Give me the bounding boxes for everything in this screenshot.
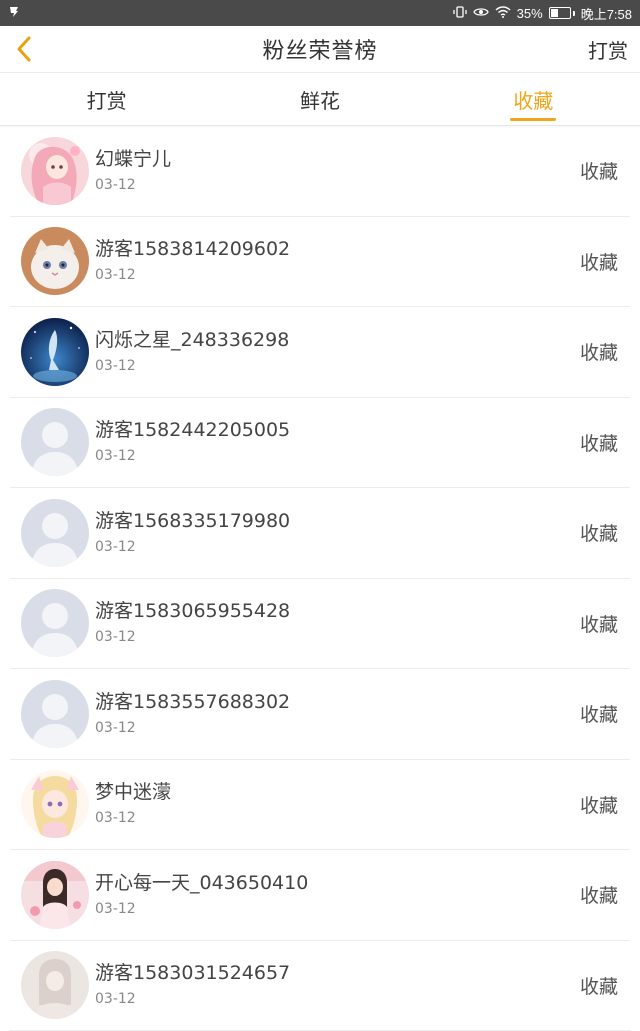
item-info: 幻蝶宁儿 03-12 [95,147,171,195]
favorite-label: 收藏 [580,217,618,307]
list-item[interactable]: 游客1583557688302 03-12 收藏 [10,669,630,760]
item-date: 03-12 [95,265,290,285]
fan-list: 幻蝶宁儿 03-12 收藏 游客1583814209602 03-12 收藏 [0,126,640,1031]
item-date: 03-12 [95,537,290,557]
item-date: 03-12 [95,175,171,195]
top-bar: 粉丝荣誉榜 打赏 [0,26,640,73]
user-name: 游客1583065955428 [95,599,290,623]
item-info: 游客1583031524657 03-12 [95,961,290,1009]
status-bar-right: 35% 晚上7:58 [453,4,632,23]
favorite-label: 收藏 [580,760,618,850]
list-item[interactable]: 游客1583031524657 03-12 收藏 [10,941,630,1031]
page-title: 粉丝荣誉榜 [262,33,377,65]
user-name: 开心每一天_043650410 [95,871,308,895]
user-name: 游客1568335179980 [95,509,290,533]
avatar[interactable] [21,227,89,295]
favorite-label: 收藏 [580,941,618,1031]
list-item[interactable]: 闪烁之星_248336298 03-12 收藏 [10,307,630,398]
user-name: 梦中迷濛 [95,780,171,804]
battery-icon [549,7,575,19]
user-name: 闪烁之星_248336298 [95,328,289,352]
user-name: 游客1583031524657 [95,961,290,985]
default-avatar-icon[interactable] [21,499,89,567]
chevron-left-icon [14,35,34,63]
eye-icon [473,6,489,20]
list-item[interactable]: 开心每一天_043650410 03-12 收藏 [10,850,630,941]
tab-bar: 打赏 鲜花 收藏 [0,73,640,126]
user-name: 幻蝶宁儿 [95,147,171,171]
user-name: 游客1583557688302 [95,690,290,714]
vibrate-icon [453,6,467,20]
avatar[interactable] [21,770,89,838]
battery-percent: 35% [517,6,543,21]
item-date: 03-12 [95,808,171,828]
item-date: 03-12 [95,356,289,376]
favorite-label: 收藏 [580,488,618,578]
list-item[interactable]: 游客1568335179980 03-12 收藏 [10,488,630,579]
app-notification-icon [8,6,20,20]
item-info: 游客1583814209602 03-12 [95,237,290,285]
avatar[interactable] [21,861,89,929]
user-name: 游客1582442205005 [95,418,290,442]
user-name: 游客1583814209602 [95,237,290,261]
item-info: 闪烁之星_248336298 03-12 [95,328,289,376]
favorite-label: 收藏 [580,307,618,397]
list-item[interactable]: 游客1582442205005 03-12 收藏 [10,398,630,489]
item-info: 梦中迷濛 03-12 [95,780,171,828]
favorite-label: 收藏 [580,398,618,488]
item-date: 03-12 [95,899,308,919]
favorite-label: 收藏 [580,669,618,759]
item-date: 03-12 [95,627,290,647]
avatar[interactable] [21,951,89,1019]
reward-button[interactable]: 打赏 [588,26,628,72]
default-avatar-icon[interactable] [21,589,89,657]
status-bar-left [8,6,20,20]
item-info: 游客1583065955428 03-12 [95,599,290,647]
favorite-label: 收藏 [580,850,618,940]
default-avatar-icon[interactable] [21,408,89,476]
item-info: 游客1582442205005 03-12 [95,418,290,466]
list-item[interactable]: 梦中迷濛 03-12 收藏 [10,760,630,851]
favorite-label: 收藏 [580,126,618,216]
default-avatar-icon[interactable] [21,680,89,748]
avatar[interactable] [21,318,89,386]
item-info: 游客1568335179980 03-12 [95,509,290,557]
item-date: 03-12 [95,446,290,466]
item-date: 03-12 [95,989,290,1009]
list-item[interactable]: 游客1583065955428 03-12 收藏 [10,579,630,670]
back-button[interactable] [8,32,40,66]
item-date: 03-12 [95,718,290,738]
item-info: 游客1583557688302 03-12 [95,690,290,738]
list-item[interactable]: 游客1583814209602 03-12 收藏 [10,217,630,308]
status-bar: 35% 晚上7:58 [0,0,640,26]
favorite-label: 收藏 [580,579,618,669]
item-info: 开心每一天_043650410 03-12 [95,871,308,919]
clock: 晚上7:58 [581,4,632,23]
list-item[interactable]: 幻蝶宁儿 03-12 收藏 [10,126,630,217]
tab-reward[interactable]: 打赏 [0,73,213,125]
avatar[interactable] [21,137,89,205]
wifi-icon [495,6,511,20]
tab-favorites[interactable]: 收藏 [427,73,640,125]
tab-flowers[interactable]: 鲜花 [213,73,426,125]
